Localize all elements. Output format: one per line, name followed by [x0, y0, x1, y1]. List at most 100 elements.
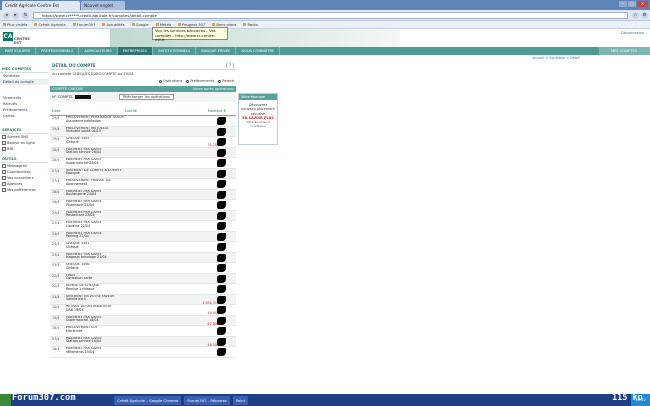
nav-item[interactable]: NOUS CONNAÎTRE: [236, 47, 281, 55]
bookmark-label: Peugeot 307: [182, 22, 206, 27]
bookmark-item[interactable]: Bons plans: [212, 23, 236, 27]
bookmark-item[interactable]: Google: [131, 22, 149, 27]
tooltip: Voir les services bancaires - Vos compte…: [152, 27, 228, 42]
row-label: PAIEMENT PAR CARTE Vêtements 15/04: [66, 347, 196, 355]
address-bar[interactable]: https://www.cr*****.credit-agricole.fr/c…: [33, 12, 628, 19]
table-row: 22/4 FRAIS Cotisation carte: [50, 273, 236, 284]
sidebar-item[interactable]: RIB: [0, 146, 48, 152]
bookmark-label: Google: [135, 22, 149, 27]
row-label-detail: Parking 22/04: [66, 234, 89, 239]
logout-link[interactable]: Déconnexion: [621, 31, 644, 35]
row-label-detail: Abonnement: [66, 181, 88, 186]
row-amount: [196, 326, 226, 337]
redaction-mark: [217, 211, 226, 220]
contact-icon: [2, 170, 6, 174]
nav-item[interactable]: INSTITUTIONNELS: [153, 47, 197, 55]
table-row: 16/4 PAIEMENT PAR CARTE Vêtements 15/04: [50, 347, 236, 358]
wrench-icon[interactable]: ⚙: [641, 12, 648, 19]
row-date: 29/4: [52, 116, 60, 120]
filter-radio[interactable]: Prélèvements: [186, 79, 214, 83]
sidebar-item[interactable]: Vos préférences: [0, 187, 48, 193]
taskbar: Crédit Agricole - Google Chrome Forum307…: [0, 394, 650, 406]
bookmark-item[interactable]: Peugeot 307: [178, 23, 205, 27]
amount-value: 1 854,31: [202, 300, 217, 305]
bookmark-item[interactable]: Actualités: [102, 23, 125, 27]
redaction-mark: [217, 348, 226, 356]
row-label: PAIEMENT PAR CARTE Restaurant 23/04: [66, 211, 196, 219]
table-row: 21/4 VIREMENT EN VOTRE FAVEUR Salaire avri…: [50, 294, 236, 305]
maximize-icon[interactable]: □: [628, 1, 636, 7]
sms-icon: [2, 135, 6, 139]
watermark-size: 115 ko: [612, 393, 643, 403]
row-amount: 62,80: [196, 316, 226, 327]
document-icon: [2, 147, 6, 151]
table-row: 27/4 PRELEVEMENT FRANCE TEL Abonnement: [50, 179, 236, 190]
row-label-detail: Restaurant 23/04: [66, 213, 95, 218]
map-icon: [2, 182, 6, 186]
filter-radio[interactable]: Opérations: [159, 79, 182, 83]
column-date[interactable]: Date: [52, 109, 66, 113]
row-amount: [196, 200, 226, 211]
bookmarks-bar: Plus visités Crédit Agricole Forum307 Ac…: [0, 21, 650, 29]
promo-text: nouveau placement: [241, 107, 275, 112]
bookmark-item[interactable]: Météo: [155, 23, 171, 27]
row-label-detail: Chèque: [66, 265, 79, 270]
taskbar-item[interactable]: Paint: [232, 395, 249, 405]
promo-disclaimer: Offre soumise à conditions: [246, 120, 270, 129]
row-date: 16/4: [52, 347, 60, 351]
redaction-mark: [217, 138, 226, 146]
sidebar-item[interactable]: Cartes: [0, 113, 48, 119]
row-date: 23/4: [52, 263, 60, 267]
row-label: PRELEVEMENT MUTUELLE Mutuelle santé 04/13: [66, 127, 196, 135]
row-amount: [196, 148, 226, 159]
row-label: PAIEMENT PAR CARTE Supermarché 25/04: [66, 158, 196, 166]
tab-active[interactable]: Crédit Agricole Centre Est: [2, 1, 80, 10]
watermark-site: Forum307.com: [12, 393, 76, 403]
nav-item[interactable]: PARTICULIERS: [0, 47, 37, 55]
row-label: RETRAIT AU DISTRIBUTEUR DAB 19/04: [66, 305, 196, 313]
tab-new[interactable]: Nouvel onglet: [81, 1, 125, 10]
taskbar-item[interactable]: Crédit Agricole - Google Chrome: [114, 395, 182, 405]
page-title-text: DÉTAIL DU COMPTE: [52, 63, 96, 68]
reload-icon[interactable]: ↻: [22, 12, 29, 19]
bookmark-item[interactable]: Crédit Agricole: [34, 23, 66, 27]
bookmark-item[interactable]: Radio: [243, 23, 258, 27]
row-label: REMISE DE CHEQUE Remise 1 chèque: [66, 284, 196, 292]
sidebar-item-selected[interactable]: Détail du compte: [0, 79, 48, 85]
row-label-detail: Librairie 22/04: [66, 223, 90, 228]
redaction-mark: [217, 337, 226, 346]
bookmark-item[interactable]: Forum307: [72, 23, 95, 27]
nav-item[interactable]: ENTREPRISES: [117, 47, 154, 55]
forward-icon[interactable]: ▸: [12, 12, 19, 19]
table-row: 19/4 PAIEMENT PAR CARTE Supermarché 18/04 6…: [50, 315, 236, 327]
star-icon[interactable]: ☆: [632, 12, 639, 19]
bank-logo[interactable]: CA CENTRE EST: [3, 32, 33, 45]
nav-item[interactable]: BANQUE PRIVÉE: [196, 47, 237, 55]
nav-item[interactable]: PROFESSIONNELS: [36, 47, 80, 55]
taskbar-item[interactable]: Forum307 - Réponse: [184, 395, 230, 405]
minimize-icon[interactable]: –: [619, 1, 627, 7]
promo-body: Découvrez nouveau placement sécurisé EN …: [239, 100, 277, 132]
row-label: PRELEVEMENT PERIODIQUE ASSUR Assurance ha…: [66, 116, 196, 124]
close-icon[interactable]: ×: [637, 1, 648, 7]
table-row: 25/4 PAIEMENT PAR CARTE Restaurant 23/04: [50, 210, 236, 221]
nav-item[interactable]: AGRICULTEURS: [79, 47, 118, 55]
browser-tab-bar: Crédit Agricole Centre Est Nouvel onglet…: [0, 0, 650, 10]
row-label: PAIEMENT PAR CARTE Station service 26/04: [66, 148, 196, 156]
bookmark-item[interactable]: Plus visités: [3, 23, 27, 27]
folder-icon: [72, 23, 76, 26]
back-icon[interactable]: ◂: [3, 12, 10, 19]
row-label-detail: Epargne: [66, 171, 80, 176]
breadcrumb: Accueil > Synthèse > Détail: [532, 56, 580, 60]
row-date: 24/4: [52, 242, 60, 246]
row-amount: [196, 116, 226, 127]
folder-icon: [102, 23, 106, 26]
row-amount: [196, 190, 226, 201]
start-button[interactable]: [0, 394, 11, 406]
row-date: 27/4: [52, 168, 60, 173]
row-amount: 40,00: [196, 305, 226, 316]
filter-radio[interactable]: Relevé: [218, 79, 234, 83]
download-button[interactable]: Télécharger les opérations: [118, 94, 174, 100]
help-link[interactable]: [ ? ]: [226, 63, 234, 68]
nav-my-accounts[interactable]: MES COMPTES: [598, 47, 650, 55]
